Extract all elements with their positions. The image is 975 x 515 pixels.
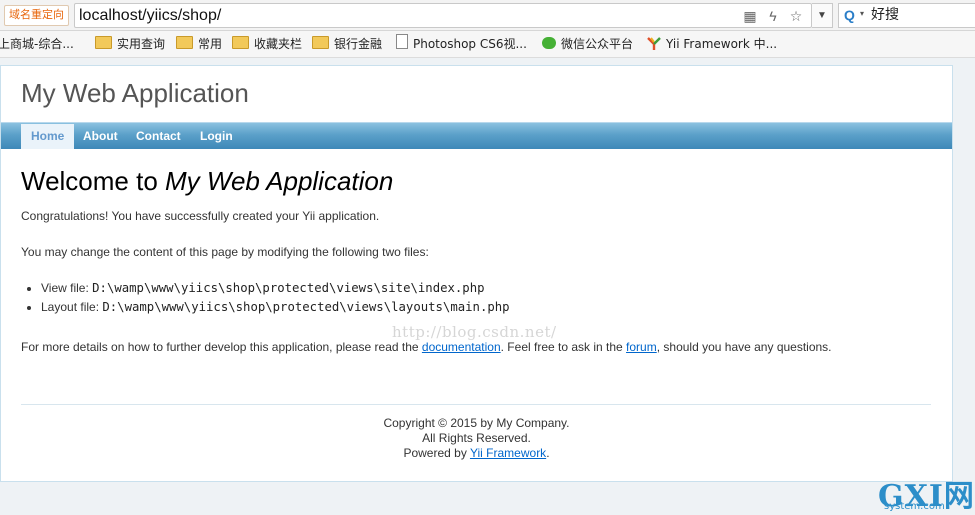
rights-text: All Rights Reserved. (422, 431, 531, 445)
redirect-tag[interactable]: 域名重定向 (4, 5, 69, 26)
bookmark-label: 微信公众平台 (561, 37, 634, 51)
bookmark-label: 银行金融 (334, 37, 383, 51)
folder-icon (312, 36, 329, 49)
bookmark-item[interactable]: Yii Framework 中... (647, 31, 777, 57)
footer-divider (21, 404, 931, 405)
powered-by-period: . (546, 446, 550, 460)
documentation-link[interactable]: documentation (422, 340, 501, 354)
lightning-icon[interactable]: ϟ (764, 7, 782, 25)
details-part: For more details on how to further devel… (21, 340, 422, 354)
qr-code-icon[interactable]: ▦ (741, 7, 759, 25)
app-logo: My Web Application (21, 78, 249, 108)
menu-item-home[interactable]: Home (21, 124, 75, 149)
page-container: My Web Application Home About Contact Lo… (0, 65, 953, 482)
list-item: Layout file: D:\wamp\www\yiics\shop\prot… (41, 298, 510, 317)
folder-icon (95, 36, 112, 49)
bookmark-item[interactable]: 微信公众平台 (542, 31, 633, 57)
search-icon[interactable]: Q (844, 7, 860, 23)
page-title: Welcome to My Web Application (21, 166, 393, 197)
forum-link[interactable]: forum (626, 340, 657, 354)
powered-by: Powered by Yii Framework. (1, 446, 952, 461)
menu-item-contact[interactable]: Contact (126, 123, 191, 149)
details-part: . Feel free to ask in the (500, 340, 627, 354)
bookmark-item[interactable]: 实用查询 (95, 31, 165, 57)
yii-icon (647, 37, 661, 50)
file-label: Layout file: (41, 300, 103, 314)
bookmark-label: Yii Framework 中... (666, 37, 778, 51)
change-instructions: You may change the content of this page … (21, 245, 429, 259)
bookmark-item[interactable]: 银行金融 (312, 31, 382, 57)
footer: Copyright © 2015 by My Company. All Righ… (1, 416, 952, 461)
bookmark-item[interactable]: 上商城-综合... (0, 31, 74, 57)
file-path: D:\wamp\www\yiics\shop\protected\views\s… (92, 281, 485, 295)
details-part: , should you have any questions. (656, 340, 832, 354)
bookmark-label: 实用查询 (117, 37, 166, 51)
search-engine-label[interactable]: 好搜 (871, 6, 899, 25)
app-header: My Web Application (1, 66, 952, 121)
watermark-text: http://blog.csdn.net/ (392, 323, 557, 341)
folder-icon (232, 36, 249, 49)
wechat-icon (542, 37, 556, 49)
details-text: For more details on how to further devel… (21, 340, 832, 354)
file-path: D:\wamp\www\yiics\shop\protected\views\l… (102, 300, 510, 314)
bookmark-label: 常用 (198, 37, 223, 51)
star-icon[interactable]: ☆ (787, 7, 805, 25)
bookmark-item[interactable]: Photoshop CS6视... (396, 31, 527, 57)
folder-icon (176, 36, 193, 49)
url-dropdown-button[interactable]: ▼ (812, 3, 833, 28)
menu-item-about[interactable]: About (73, 123, 128, 149)
url-input[interactable]: localhost/yiics/shop/ ▦ ϟ ☆ (74, 3, 812, 28)
title-app-name: My Web Application (165, 166, 394, 196)
bookmark-label: Photoshop CS6视... (413, 37, 527, 51)
list-item: View file: D:\wamp\www\yiics\shop\protec… (41, 279, 510, 298)
bookmark-item[interactable]: 常用 (176, 31, 222, 57)
bookmark-item[interactable]: 收藏夹栏 (232, 31, 302, 57)
browser-address-bar: 域名重定向 localhost/yiics/shop/ ▦ ϟ ☆ ▼ Q ▾ … (0, 0, 975, 31)
page-icon (396, 34, 408, 49)
file-list: View file: D:\wamp\www\yiics\shop\protec… (21, 279, 510, 317)
search-box[interactable]: Q ▾ 好搜 (838, 3, 975, 28)
corner-logo: GXI网 system.com (876, 473, 975, 514)
main-menu: Home About Contact Login (1, 122, 952, 149)
chevron-down-icon[interactable]: ▾ (860, 9, 864, 18)
title-prefix: Welcome to (21, 166, 166, 196)
bookmarks-bar: 上商城-综合... 实用查询 常用 收藏夹栏 银行金融 Photoshop CS… (0, 31, 975, 58)
url-text[interactable]: localhost/yiics/shop/ (79, 5, 221, 26)
yii-framework-link[interactable]: Yii Framework (470, 446, 546, 460)
bookmark-label: 收藏夹栏 (254, 37, 303, 51)
bookmark-label: 上商城-综合... (0, 37, 74, 51)
corner-logo-domain: system.com (884, 501, 945, 512)
copyright-text: Copyright © 2015 by My Company. (383, 416, 570, 430)
congrats-text: Congratulations! You have successfully c… (21, 209, 380, 223)
powered-by-label: Powered by (403, 446, 470, 460)
file-label: View file: (41, 281, 93, 295)
menu-item-login[interactable]: Login (190, 123, 243, 149)
